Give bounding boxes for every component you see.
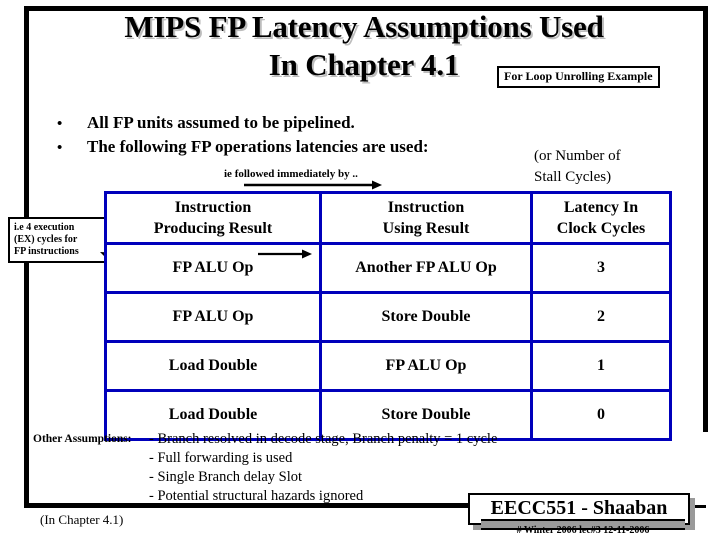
list-item: - Single Branch delay Slot [149, 469, 303, 485]
stall-cycles-note-line-2: Stall Cycles) [534, 169, 612, 185]
bullet-dot-icon: • [57, 140, 63, 156]
table-row: FP ALU Op Store Double 2 [104, 291, 672, 343]
cell-latency: 0 [530, 389, 672, 441]
bullet-item-1: • All FP units assumed to be pipelined. [57, 113, 355, 134]
right-arrow-icon [244, 180, 382, 190]
table-header-row: Instruction Producing Result Instruction… [104, 191, 672, 245]
ex-cycles-callout: i.e 4 execution (EX) cycles for FP instr… [8, 217, 112, 263]
column-header-line-1: Instruction [387, 199, 465, 216]
list-item: - Potential structural hazards ignored [149, 488, 364, 504]
title-badge: For Loop Unrolling Example [497, 66, 660, 88]
stall-cycles-note-line-1: (or Number of [534, 148, 621, 164]
column-header-line-1: Instruction [174, 199, 252, 216]
cell-using-result: FP ALU Op [319, 340, 533, 392]
column-header-line-2: Using Result [382, 220, 470, 237]
column-header-line-1: Latency In [563, 199, 639, 216]
cell-using-result: Store Double [319, 291, 533, 343]
bullet-item-2-text: The following FP operations latencies ar… [87, 137, 429, 156]
ex-cycles-callout-line-1: i.e 4 execution [14, 222, 75, 233]
bullet-dot-icon: • [57, 116, 63, 132]
stall-cycles-note: (or Number of Stall Cycles) [534, 146, 621, 188]
page-title-line-1: MIPS FP Latency Assumptions Used [124, 9, 604, 44]
column-header-line-2: Producing Result [153, 220, 273, 237]
bullet-item-1-text: All FP units assumed to be pipelined. [87, 113, 355, 132]
cell-using-result: Another FP ALU Op [319, 242, 533, 294]
ex-cycles-callout-line-3: FP instructions [14, 246, 79, 257]
slide-frame-right-edge [703, 6, 708, 432]
table-row: Load Double FP ALU Op 1 [104, 340, 672, 392]
fp-latency-table: Instruction Producing Result Instruction… [104, 191, 672, 441]
cell-latency: 2 [530, 291, 672, 343]
column-header-producing-result: Instruction Producing Result [104, 191, 322, 245]
chapter-reference-note: (In Chapter 4.1) [40, 512, 124, 527]
column-header-line-2: Clock Cycles [556, 220, 646, 237]
cell-latency: 1 [530, 340, 672, 392]
bullet-item-2: • The following FP operations latencies a… [57, 137, 429, 158]
followed-immediately-note: ie followed immediately by .. [224, 168, 358, 180]
cell-latency: 3 [530, 242, 672, 294]
footer-meta-text: # Winter 2006 lec#3 12-11-2006 [516, 525, 650, 536]
column-header-latency: Latency In Clock Cycles [530, 191, 672, 245]
row-flow-arrow-icon [258, 249, 312, 259]
other-assumptions-list: - Branch resolved in decode stage, Branc… [149, 430, 497, 506]
table-row: FP ALU Op Another FP ALU Op 3 [104, 242, 672, 294]
list-item: - Full forwarding is used [149, 450, 293, 466]
cell-producing-result: Load Double [104, 340, 322, 392]
column-header-using-result: Instruction Using Result [319, 191, 533, 245]
cell-producing-result: FP ALU Op [104, 291, 322, 343]
ex-cycles-callout-line-2: (EX) cycles for [14, 234, 78, 245]
list-item: - Branch resolved in decode stage, Branc… [149, 431, 498, 447]
footer-connector-left [455, 505, 469, 508]
other-assumptions-label: Other Assumptions: [33, 433, 132, 445]
